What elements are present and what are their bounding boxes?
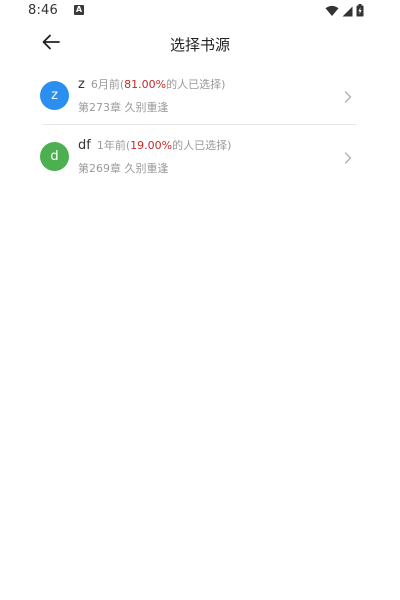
source-info-line: z 6月前(81.00%的人已选择) xyxy=(78,76,225,92)
source-item[interactable]: z z 6月前(81.00%的人已选择) 第273章 久别重逢 xyxy=(0,64,400,125)
source-name: df xyxy=(78,138,91,153)
latest-chapter: 第269章 久别重逢 xyxy=(78,162,169,175)
avatar: z xyxy=(40,81,69,110)
status-time: 8:46 xyxy=(28,3,58,18)
time-suffix: 的人已选择) xyxy=(166,78,226,91)
select-percent: 81.00% xyxy=(124,78,167,91)
source-name: z xyxy=(78,77,85,92)
status-bar: 8:46 A xyxy=(0,0,400,24)
page-title: 选择书源 xyxy=(169,36,230,54)
source-info-line: df 1年前(19.00%的人已选择) xyxy=(78,137,231,153)
toolbar: 选择书源 xyxy=(0,24,400,64)
chevron-right-icon xyxy=(344,149,352,164)
source-list: z z 6月前(81.00%的人已选择) 第273章 久别重逢 d df 1年前(1… xyxy=(0,64,400,186)
notification-a-icon: A xyxy=(74,5,84,15)
signal-icon xyxy=(342,2,353,21)
source-item[interactable]: d df 1年前(19.00%的人已选择) 第269章 久别重逢 xyxy=(0,125,400,186)
status-icons xyxy=(325,2,364,21)
time-suffix: 的人已选择) xyxy=(172,139,232,152)
chevron-right-icon xyxy=(344,88,352,103)
time-prefix: 6月前( xyxy=(90,78,125,91)
select-percent: 19.00% xyxy=(130,139,173,152)
latest-chapter: 第273章 久别重逢 xyxy=(78,101,169,114)
time-prefix: 1年前( xyxy=(96,139,131,152)
avatar: d xyxy=(40,142,69,171)
wifi-icon xyxy=(325,2,339,21)
battery-charging-icon xyxy=(356,2,364,21)
